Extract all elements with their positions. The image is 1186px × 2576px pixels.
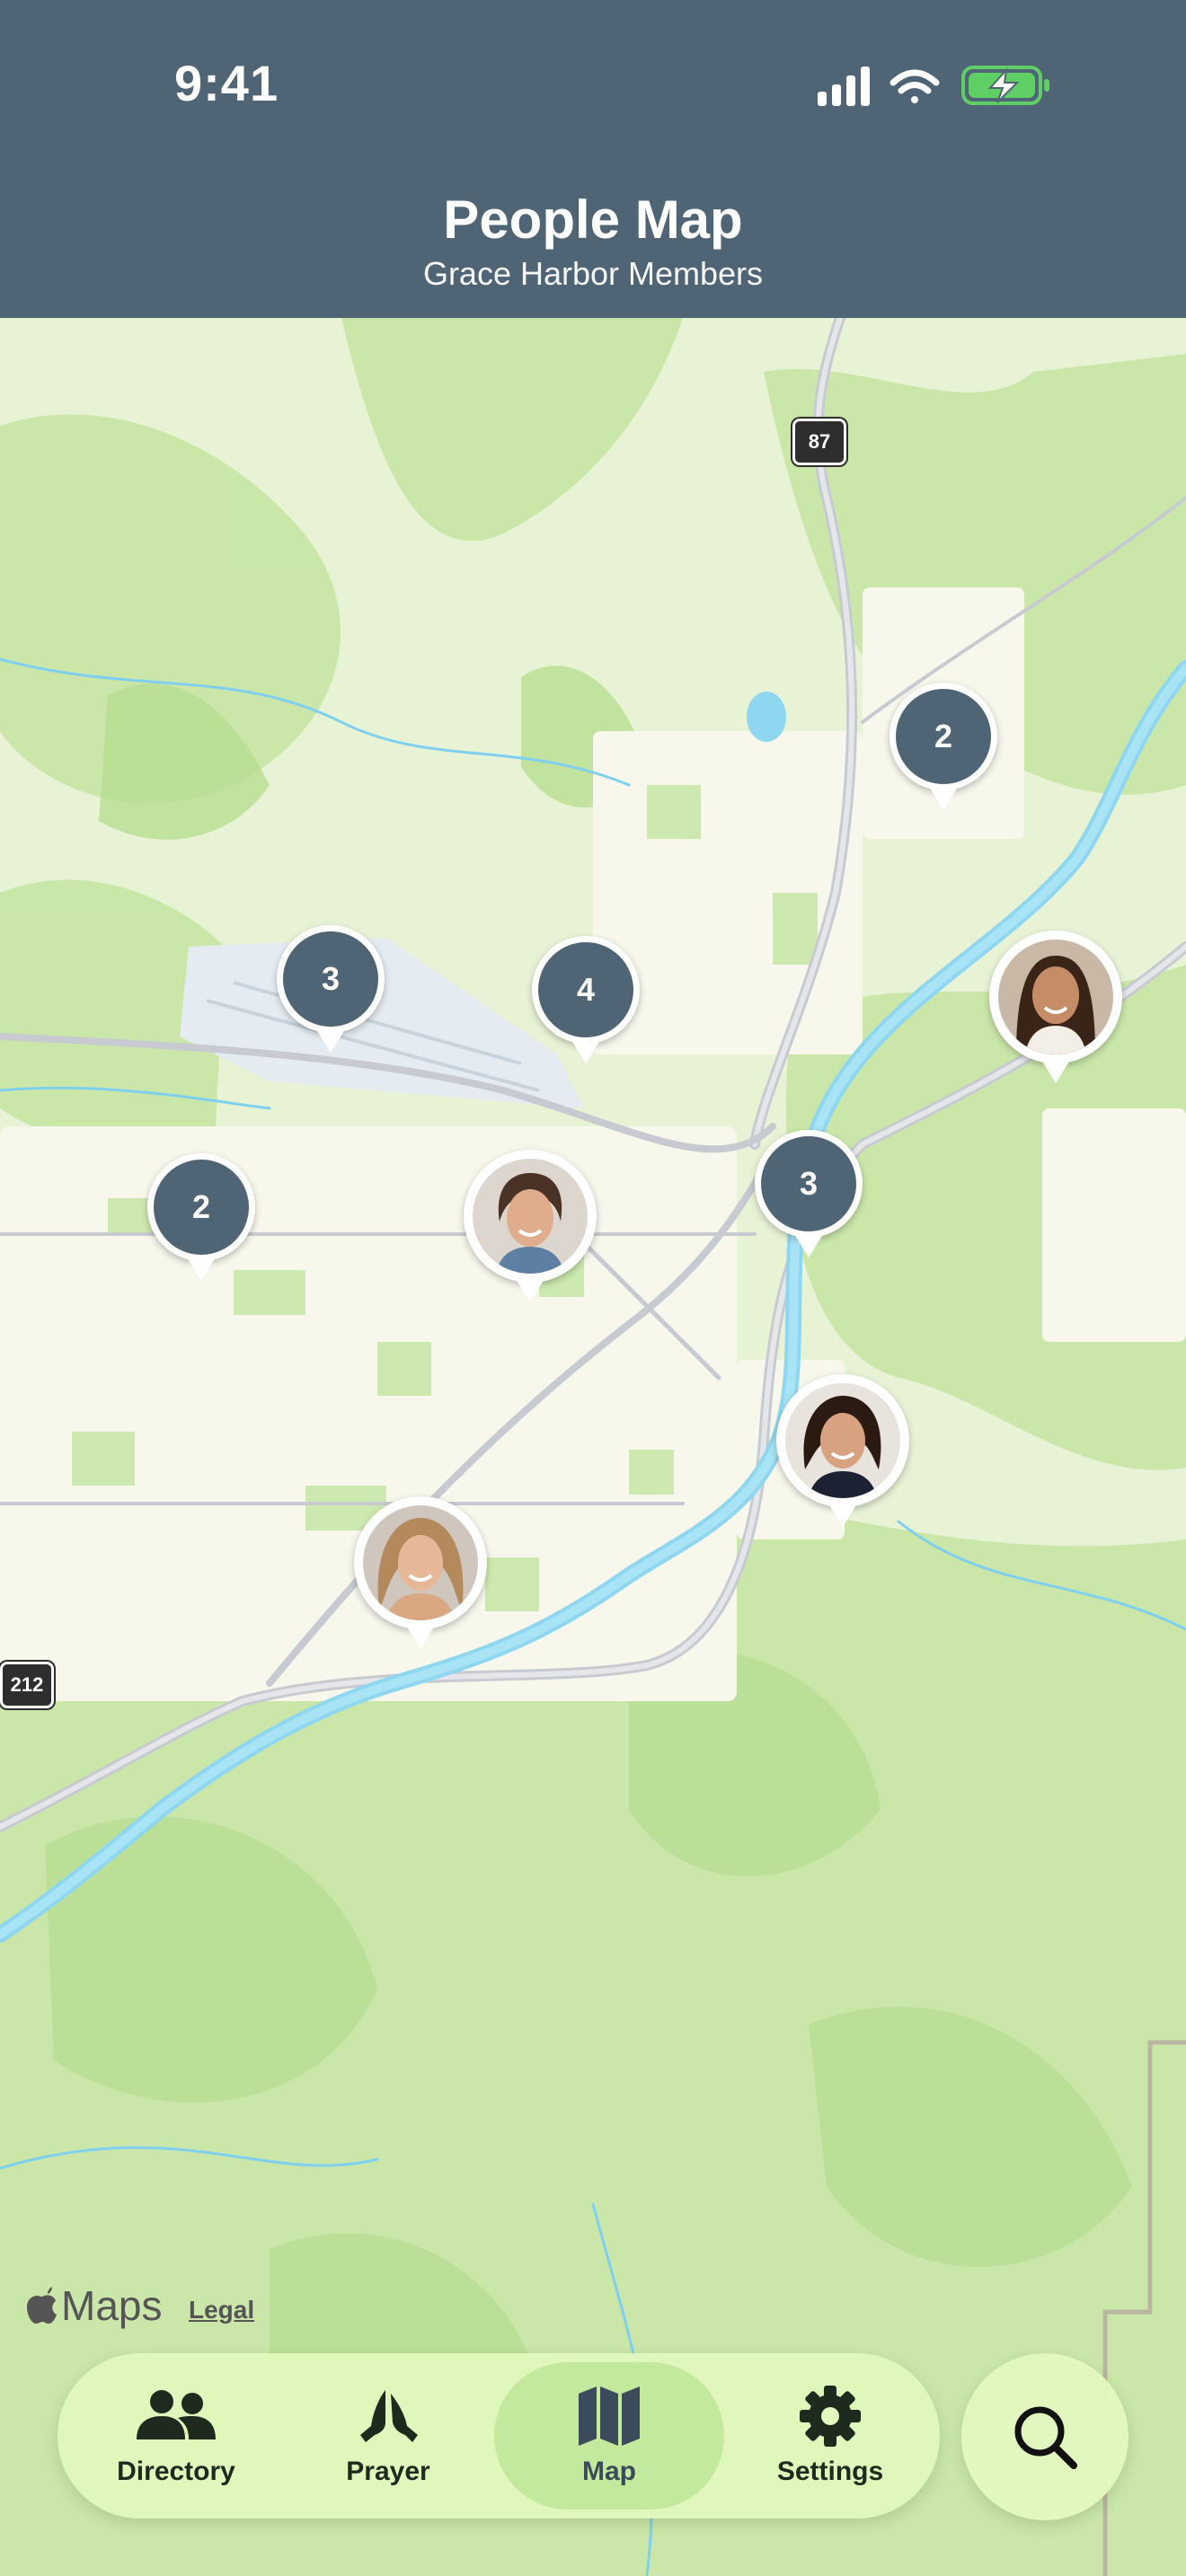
search-icon xyxy=(1014,2406,1077,2469)
tab-map[interactable]: Map xyxy=(494,2362,724,2510)
page-subtitle: Grace Harbor Members xyxy=(422,255,764,292)
praying-hands-icon xyxy=(358,2385,418,2448)
map-view[interactable]: 87 212 2 3 4 2 3 xyxy=(0,318,1186,2576)
tab-settings[interactable]: Settings xyxy=(724,2362,936,2510)
people-icon xyxy=(133,2385,219,2448)
map-icon xyxy=(577,2385,642,2448)
cluster-count: 4 xyxy=(532,936,640,1044)
tab-directory[interactable]: Directory xyxy=(70,2362,282,2510)
member-avatar xyxy=(785,1383,900,1498)
cluster-count: 3 xyxy=(277,925,385,1033)
legal-link[interactable]: Legal xyxy=(189,2296,254,2325)
tab-label: Settings xyxy=(776,2457,884,2486)
tab-label: Map xyxy=(582,2457,636,2486)
cluster-count: 3 xyxy=(755,1130,863,1238)
signal-icon xyxy=(818,66,870,106)
member-pin[interactable] xyxy=(776,1374,909,1527)
cluster-count: 2 xyxy=(890,683,997,790)
member-avatar xyxy=(363,1505,478,1620)
cluster-pin[interactable]: 2 xyxy=(147,1153,255,1281)
cluster-pin[interactable]: 3 xyxy=(277,925,385,1053)
tab-prayer[interactable]: Prayer xyxy=(282,2362,494,2510)
wifi-icon xyxy=(890,69,940,103)
cluster-count: 2 xyxy=(147,1153,255,1261)
tab-label: Directory xyxy=(117,2457,235,2486)
member-avatar xyxy=(473,1159,588,1274)
maps-attribution: Maps xyxy=(27,2281,162,2330)
member-pin[interactable] xyxy=(354,1496,487,1649)
member-avatar xyxy=(998,940,1113,1054)
map-base xyxy=(0,318,1186,2576)
member-pin[interactable] xyxy=(989,931,1122,1083)
page-title: People Map xyxy=(443,190,743,250)
app-header: 9:41 People Map Grace Harbor Members xyxy=(0,0,1186,318)
search-button[interactable] xyxy=(961,2353,1128,2520)
cluster-pin[interactable]: 3 xyxy=(755,1130,863,1257)
battery-charging-icon xyxy=(961,66,1049,105)
tab-label: Prayer xyxy=(346,2457,430,2486)
route-shield-212: 212 xyxy=(0,1662,54,1708)
cluster-pin[interactable]: 4 xyxy=(532,936,640,1063)
gear-icon xyxy=(798,2385,863,2448)
maps-logo-text: Maps xyxy=(61,2282,163,2329)
cluster-pin[interactable]: 2 xyxy=(890,683,997,810)
status-icons xyxy=(818,66,1049,106)
route-shield-87: 87 xyxy=(792,419,846,465)
member-pin[interactable] xyxy=(464,1150,597,1302)
tab-bar: Directory Prayer Map Settings xyxy=(58,2353,940,2519)
status-time: 9:41 xyxy=(174,55,279,111)
apple-logo-icon xyxy=(27,2287,57,2325)
